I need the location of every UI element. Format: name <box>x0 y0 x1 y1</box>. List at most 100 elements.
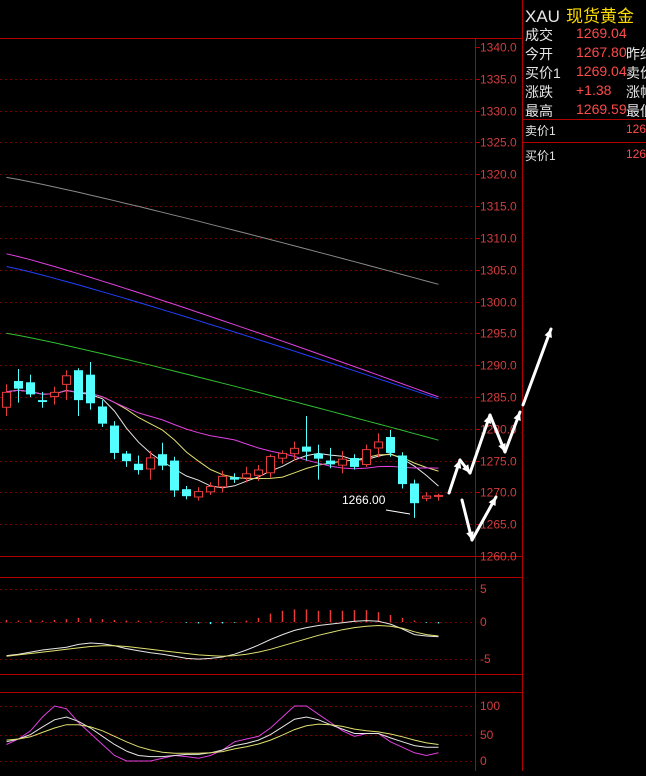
quote-value: 1269.59 <box>576 101 627 117</box>
y-tick-label: 1300.0 <box>480 296 517 310</box>
y-tick-label: 1315.0 <box>480 200 517 214</box>
candle-body <box>50 391 59 397</box>
candle-body <box>86 374 95 404</box>
candle-body <box>410 483 419 504</box>
y-tick-label: 1295.0 <box>480 327 517 341</box>
y-tick-label: 1310.0 <box>480 232 517 246</box>
quote-value: 1269.04 <box>576 63 627 79</box>
orderbook-label: 买价1 <box>525 149 556 163</box>
ma-line-yellow <box>6 389 439 480</box>
candle-body <box>230 477 239 480</box>
quote-label: 涨跌 <box>525 84 553 100</box>
candle-body <box>266 456 275 474</box>
candle-body <box>278 452 287 459</box>
candle-body <box>386 437 395 453</box>
y-tick-label: 1260.0 <box>480 550 517 564</box>
candle-body <box>254 469 263 476</box>
y-tick-label: 1285.0 <box>480 391 517 405</box>
candle-body <box>74 370 83 401</box>
quote-value: 1267.80 <box>576 44 627 60</box>
orderbook-label: 卖价1 <box>525 124 556 138</box>
quote-row-open: 今开 1267.80 昨结 <box>525 44 646 63</box>
quote-label: 买价1 <box>525 65 561 81</box>
kdj-tick-label: 100 <box>480 699 500 713</box>
candle-body <box>302 446 311 452</box>
quote-label-secondary: 涨幅 <box>626 84 646 100</box>
chart-stage[interactable]: 1340.0 1335.0 1330.0 1325.0 1320.0 1315.0 1310… <box>0 0 646 771</box>
quote-row-change: 涨跌 +1.38 涨幅 <box>525 82 646 101</box>
arrow-segment <box>521 327 553 407</box>
candle-body <box>314 453 323 459</box>
quote-value: +1.38 <box>576 82 612 98</box>
quote-label: 最高 <box>525 103 553 119</box>
candle-body <box>26 382 35 395</box>
quote-label: 成交 <box>525 27 553 43</box>
quote-row-last: 成交 1269.04 <box>525 25 646 44</box>
candle-body <box>134 463 143 471</box>
candle-body <box>182 489 191 497</box>
y-tick-label: 1330.0 <box>480 105 517 119</box>
quote-label-secondary: 卖价 <box>626 65 646 81</box>
quote-label-secondary: 最低 <box>626 103 646 119</box>
ma-line-magenta-long <box>6 253 439 398</box>
y-tick-label: 1265.0 <box>480 518 517 532</box>
candle-body <box>146 457 155 470</box>
candle-body <box>398 455 407 485</box>
candle-body <box>218 475 227 488</box>
quote-label: 今开 <box>525 46 553 62</box>
candle-body <box>98 406 107 424</box>
orderbook-ask-row[interactable]: 卖价1 126 <box>525 122 646 140</box>
kdj-tick-label: 50 <box>480 728 494 742</box>
candle-body <box>374 441 383 449</box>
orderbook-bid-row[interactable]: 买价1 126 <box>525 147 646 165</box>
candle-body <box>350 458 359 467</box>
y-tick-label: 1340.0 <box>480 41 517 55</box>
ma-line-gray <box>6 176 439 285</box>
candle-body <box>434 494 443 497</box>
candle-body <box>326 460 335 465</box>
symbol-name: 现货黄金 <box>565 7 634 26</box>
ma-line-blue <box>6 266 439 400</box>
candle-body <box>38 400 47 403</box>
candle-body <box>206 486 215 493</box>
arrow-head <box>544 329 552 338</box>
macd-tick-label: -5 <box>480 652 491 666</box>
orderbook-value: 126 <box>626 122 646 136</box>
candle-body <box>362 449 371 466</box>
candle-body <box>170 460 179 491</box>
candle-body <box>158 454 167 466</box>
y-tick-label: 1275.0 <box>480 455 517 469</box>
candle-body <box>290 447 299 455</box>
annotation-leader <box>385 509 411 515</box>
quote-row-bid: 买价1 1269.04 卖价 <box>525 63 646 82</box>
macd-dea-line <box>6 624 439 657</box>
quote-row-high: 最高 1269.59 最低 <box>525 101 646 120</box>
macd-tick-label: 0 <box>480 615 487 629</box>
quote-value: 1269.04 <box>576 25 627 41</box>
candle-body <box>110 425 119 453</box>
ma-line-green <box>6 332 439 441</box>
candle-body <box>2 391 11 408</box>
macd-dif-line <box>6 620 439 660</box>
candle-body <box>422 495 431 499</box>
kdj-k-line <box>6 716 439 758</box>
candle-body <box>14 381 23 389</box>
candle-body <box>62 375 71 385</box>
orderbook-value: 126 <box>626 147 646 161</box>
symbol-title: XAU 现货黄金 <box>525 2 634 26</box>
y-tick-label: 1270.0 <box>480 486 517 500</box>
low-price-annotation: 1266.00 <box>342 493 386 507</box>
kdj-tick-label: 0 <box>480 754 487 768</box>
candle-body <box>122 453 131 462</box>
y-tick-label: 1305.0 <box>480 264 517 278</box>
symbol-code: XAU <box>525 7 560 26</box>
candle-body <box>242 473 251 479</box>
y-tick-label: 1320.0 <box>480 168 517 182</box>
y-tick-label: 1290.0 <box>480 359 517 373</box>
candle-body <box>194 491 203 498</box>
candle-body <box>338 458 347 466</box>
macd-tick-label: 5 <box>480 582 487 596</box>
y-tick-label: 1325.0 <box>480 136 517 150</box>
kdj-d-line <box>6 723 439 754</box>
quote-label-secondary: 昨结 <box>626 46 646 62</box>
